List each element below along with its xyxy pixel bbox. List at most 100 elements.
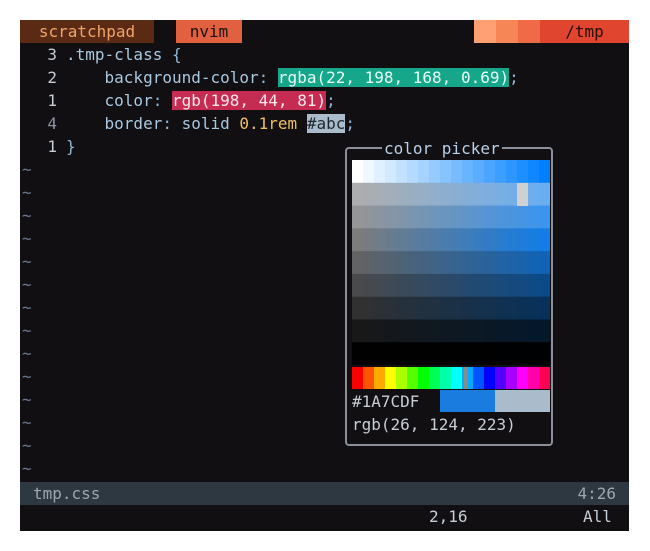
hue-cell[interactable]: [451, 367, 463, 389]
hue-cursor[interactable]: [464, 367, 468, 389]
shade-cell[interactable]: [539, 205, 550, 229]
shade-cell[interactable]: [539, 228, 550, 252]
shade-cell[interactable]: [440, 319, 452, 343]
shade-cell[interactable]: [539, 251, 550, 275]
shade-cell[interactable]: [506, 228, 518, 252]
shade-cell[interactable]: [528, 251, 540, 275]
hue-cell[interactable]: [429, 367, 441, 389]
shade-cell[interactable]: [407, 160, 419, 184]
shade-cell[interactable]: [517, 273, 529, 298]
hue-cell[interactable]: [396, 367, 408, 389]
hue-cell[interactable]: [418, 367, 430, 389]
shade-cell[interactable]: [385, 160, 397, 184]
shade-cell[interactable]: [506, 342, 518, 365]
shade-cell[interactable]: [484, 273, 496, 298]
code-line[interactable]: 1 color: rgb(198, 44, 81);: [20, 89, 336, 112]
shade-cell[interactable]: [429, 182, 441, 207]
shade-cell[interactable]: [484, 182, 496, 207]
shade-cell[interactable]: [473, 342, 485, 365]
shade-cell[interactable]: [374, 273, 386, 298]
tab-scratchpad[interactable]: scratchpad: [20, 20, 154, 43]
shade-cell[interactable]: [363, 182, 375, 207]
shade-cell[interactable]: [363, 251, 375, 275]
color-picker-shade-grid[interactable]: [352, 160, 550, 365]
shade-cell[interactable]: [363, 296, 375, 321]
shade-cell[interactable]: [506, 251, 518, 275]
shade-cell[interactable]: [506, 273, 518, 298]
shade-cell[interactable]: [440, 160, 452, 184]
shade-cell[interactable]: [440, 273, 452, 298]
shade-cell[interactable]: [473, 228, 485, 252]
shade-cell[interactable]: [462, 296, 474, 321]
shade-cell[interactable]: [385, 228, 397, 252]
shade-cell[interactable]: [528, 182, 540, 207]
hue-cell[interactable]: [539, 367, 550, 389]
shade-cell[interactable]: [495, 319, 507, 343]
hue-cell[interactable]: [385, 367, 397, 389]
shade-cell[interactable]: [473, 296, 485, 321]
hue-cell[interactable]: [484, 367, 496, 389]
shade-cell[interactable]: [528, 296, 540, 321]
shade-cell[interactable]: [517, 228, 529, 252]
shade-cell[interactable]: [484, 342, 496, 365]
shade-cell[interactable]: [407, 251, 419, 275]
hue-cell[interactable]: [374, 367, 386, 389]
shade-cell[interactable]: [473, 319, 485, 343]
shade-cell[interactable]: [539, 296, 550, 321]
shade-cell[interactable]: [385, 273, 397, 298]
shade-cell[interactable]: [429, 251, 441, 275]
shade-cell[interactable]: [429, 342, 441, 365]
code-line[interactable]: 1}: [20, 135, 75, 158]
shade-cell[interactable]: [440, 342, 452, 365]
shade-cell[interactable]: [418, 251, 430, 275]
shade-cell[interactable]: [385, 251, 397, 275]
shade-cell[interactable]: [462, 182, 474, 207]
shade-cell[interactable]: [396, 182, 408, 207]
code-line[interactable]: 3 .tmp-class {: [20, 43, 181, 66]
shade-cell[interactable]: [418, 160, 430, 184]
shade-cell[interactable]: [363, 205, 375, 229]
shade-cell[interactable]: [352, 251, 364, 275]
shade-cell[interactable]: [429, 273, 441, 298]
shade-cell[interactable]: [495, 296, 507, 321]
shade-cell[interactable]: [407, 228, 419, 252]
shade-cell[interactable]: [528, 319, 540, 343]
shade-cell[interactable]: [396, 319, 408, 343]
shade-cell[interactable]: [495, 251, 507, 275]
shade-cell[interactable]: [352, 296, 364, 321]
shade-cell[interactable]: [374, 228, 386, 252]
shade-cell[interactable]: [374, 319, 386, 343]
shade-cell[interactable]: [495, 342, 507, 365]
shade-cell[interactable]: [429, 228, 441, 252]
shade-cell[interactable]: [396, 251, 408, 275]
shade-cell[interactable]: [396, 205, 408, 229]
shade-cell[interactable]: [374, 251, 386, 275]
shade-cell[interactable]: [451, 273, 463, 298]
shade-cell[interactable]: [374, 342, 386, 365]
shade-cell[interactable]: [407, 205, 419, 229]
shade-cell[interactable]: [462, 273, 474, 298]
shade-cell[interactable]: [539, 273, 550, 298]
shade-cell[interactable]: [528, 273, 540, 298]
shade-cell[interactable]: [363, 273, 375, 298]
shade-cell[interactable]: [517, 319, 529, 343]
shade-cell[interactable]: [462, 160, 474, 184]
hue-cell[interactable]: [363, 367, 375, 389]
shade-cell[interactable]: [517, 342, 529, 365]
shade-cell[interactable]: [440, 296, 452, 321]
shade-cell[interactable]: [528, 205, 540, 229]
hue-cell[interactable]: [352, 367, 364, 389]
shade-cell[interactable]: [473, 205, 485, 229]
shade-cell[interactable]: [506, 205, 518, 229]
shade-cell[interactable]: [440, 228, 452, 252]
shade-cell[interactable]: [418, 228, 430, 252]
shade-cell[interactable]: [528, 228, 540, 252]
shade-cell[interactable]: [418, 182, 430, 207]
shade-cell[interactable]: [352, 342, 364, 365]
shade-cell[interactable]: [484, 160, 496, 184]
shade-cell[interactable]: [396, 273, 408, 298]
shade-cell[interactable]: [495, 160, 507, 184]
shade-cell[interactable]: [528, 160, 540, 184]
shade-cell[interactable]: [374, 296, 386, 321]
hue-cell[interactable]: [440, 367, 452, 389]
